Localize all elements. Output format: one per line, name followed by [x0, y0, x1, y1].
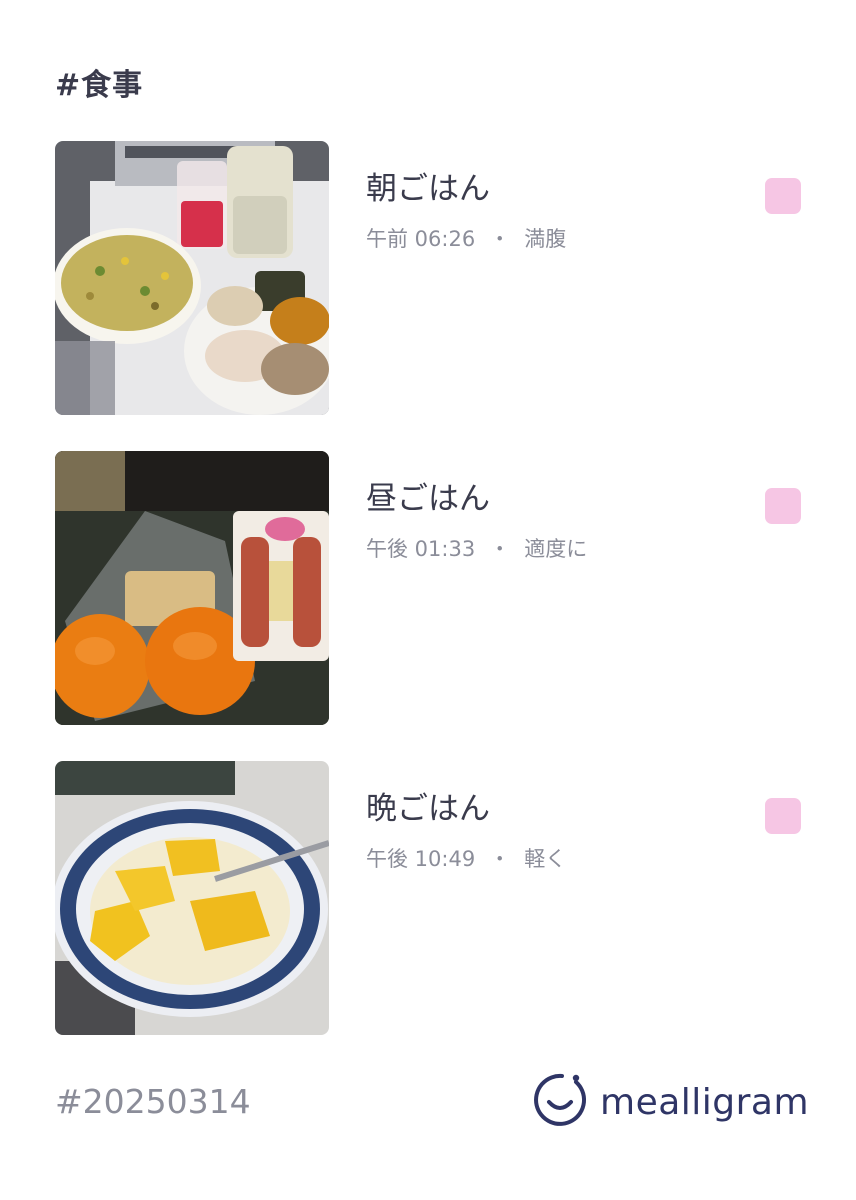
breakfast-photo[interactable]	[55, 141, 329, 415]
mood-swatch	[765, 178, 801, 214]
brand-name: mealligram	[600, 1081, 810, 1123]
meal-time: 午前 06:26	[366, 227, 476, 251]
mood-swatch	[765, 798, 801, 834]
date-hashtag: #20250314	[55, 1082, 251, 1121]
meta-separator: ・	[489, 537, 511, 561]
fullness-label: 満腹	[524, 227, 567, 251]
meal-meta: 午前 06:26 ・ 満腹	[366, 223, 566, 253]
meal-entry-lunch[interactable]: 昼ごはん 午後 01:33 ・ 適度に	[55, 451, 815, 725]
fullness-label: 軽く	[524, 847, 567, 871]
brand-logo: mealligram	[532, 1072, 809, 1132]
meal-name: 昼ごはん	[366, 481, 490, 517]
meal-entry-breakfast[interactable]: 朝ごはん 午前 06:26 ・ 満腹	[55, 141, 815, 415]
meal-name: 朝ごはん	[366, 171, 490, 207]
meta-separator: ・	[489, 227, 511, 251]
meal-entry-dinner[interactable]: 晩ごはん 午後 10:49 ・ 軽く	[55, 761, 815, 1035]
mood-swatch	[765, 488, 801, 524]
meal-name: 晩ごはん	[366, 791, 490, 827]
meal-time: 午後 10:49	[366, 847, 476, 871]
lunch-photo[interactable]	[55, 451, 329, 725]
meal-meta: 午後 10:49 ・ 軽く	[366, 843, 566, 873]
meal-meta: 午後 01:33 ・ 適度に	[366, 533, 587, 563]
dinner-photo[interactable]	[55, 761, 329, 1035]
meal-time: 午後 01:33	[366, 537, 476, 561]
page-title: #食事	[55, 68, 144, 103]
smile-logo-icon	[532, 1072, 588, 1132]
fullness-label: 適度に	[524, 537, 588, 561]
meta-separator: ・	[489, 847, 511, 871]
